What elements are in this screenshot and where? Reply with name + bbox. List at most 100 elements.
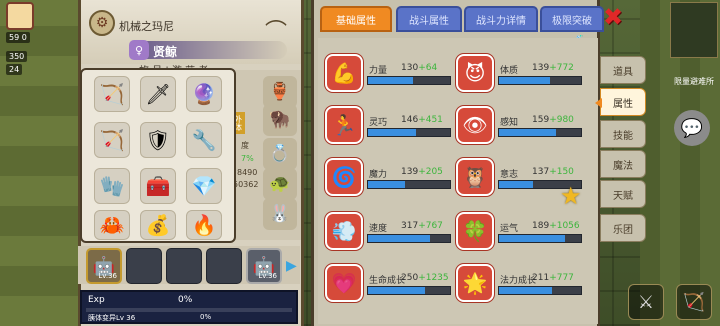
- stat-value: 130+64: [401, 63, 437, 73]
- stat-name: 意志: [500, 170, 519, 180]
- stat-progress-bar: [367, 128, 451, 137]
- player-avatar[interactable]: [6, 2, 34, 30]
- menu-item-attributes[interactable]: 属性: [595, 88, 646, 116]
- equipment-slot-glove[interactable]: 🧤: [94, 168, 130, 204]
- stat-progress-bar: [367, 286, 451, 295]
- stat-progress-bar: [498, 128, 582, 137]
- stat-progress-fill: [499, 235, 565, 242]
- stat-base-value: 139: [532, 63, 550, 73]
- minimap-label: 限量避难所: [674, 77, 714, 86]
- stat-bonus-value: +64: [418, 63, 438, 73]
- stat-value: 211+777: [532, 273, 574, 283]
- stat-strength[interactable]: 💪 力量 130+64: [325, 52, 453, 100]
- skill-bar: 🤖 Lv.36 🤖 Lv.36 ▶: [78, 246, 300, 284]
- skill-slot-1[interactable]: 🤖 Lv.36: [86, 248, 122, 284]
- stat-perception[interactable]: 👁 感知 159+980: [456, 104, 584, 152]
- stat-progress-bar: [367, 76, 451, 85]
- stat-bonus-value: +205: [418, 167, 443, 177]
- crossbow-icon[interactable]: 🏹: [676, 284, 712, 320]
- equipment-slot-gold[interactable]: 💰: [140, 210, 176, 240]
- star-icon[interactable]: ★: [560, 182, 582, 210]
- stat-hp-growth[interactable]: 💗 生命成长 250+1235: [325, 262, 453, 310]
- skill-next-arrow-icon[interactable]: ▶: [286, 258, 297, 274]
- skill-slot-4[interactable]: [206, 248, 242, 284]
- tab-combat-attributes[interactable]: 战斗属性: [396, 6, 462, 32]
- stat-progress-fill: [368, 181, 405, 188]
- skill-1-level: Lv.36: [98, 272, 117, 280]
- stat-value: 137+150: [532, 167, 574, 177]
- stat-name: 力量: [369, 66, 388, 76]
- bunny-slot-icon[interactable]: 🐰: [263, 198, 297, 230]
- sword-icon[interactable]: ⚔: [628, 284, 664, 320]
- equipment-slot-bow[interactable]: 🏹: [94, 122, 130, 158]
- menu-item-band[interactable]: 乐团: [600, 214, 646, 242]
- stat-progress-fill: [499, 129, 557, 136]
- hud-top-number: 59 0: [6, 32, 30, 43]
- stat-bonus-value: +1235: [418, 273, 449, 283]
- equipment-slot-shield[interactable]: 🛡: [140, 122, 176, 158]
- equipment-slot-wrench[interactable]: 🔧: [186, 122, 222, 158]
- menu-item-magic[interactable]: 魔法: [600, 150, 646, 178]
- tab-power-details[interactable]: 战斗力详情: [464, 6, 538, 32]
- stat-bonus-value: +150: [549, 167, 574, 177]
- stat-progress-fill: [499, 77, 550, 84]
- magic-icon: 🌀: [325, 158, 363, 196]
- stat-progress-bar: [498, 234, 582, 243]
- stat-name: 速度: [369, 224, 388, 234]
- skill-slot-5[interactable]: 🤖 Lv.36: [246, 248, 282, 284]
- equipment-slot-spear[interactable]: 🗡: [140, 76, 176, 112]
- stat-value: 139+772: [532, 63, 574, 73]
- minimap[interactable]: [670, 2, 718, 58]
- stat-progress-fill: [368, 77, 414, 84]
- equipment-slot-bracer[interactable]: 💎: [186, 168, 222, 204]
- stat-bonus-value: +777: [549, 273, 574, 283]
- exp-sub-percent: 0%: [200, 313, 212, 321]
- luck-icon: 🍀: [456, 212, 494, 250]
- perception-icon: 👁: [456, 106, 494, 144]
- side-text-3: 8490: [237, 168, 258, 177]
- tab-limit-break[interactable]: 极限突破: [540, 6, 604, 32]
- stat-magic[interactable]: 🌀 魔力 139+205: [325, 156, 453, 204]
- mount-slot-icon[interactable]: 🐢: [263, 168, 297, 200]
- equipment-popup: 🏹 🗡 🔮 🏹 🛡 🔧 🧤 🧰 💎 🦀 💰 🔥: [80, 68, 236, 243]
- menu-item-skills[interactable]: 技能: [600, 120, 646, 148]
- menu-item-attributes-label: 属性: [613, 98, 633, 110]
- stat-speed[interactable]: 💨 速度 317+767: [325, 210, 453, 258]
- stat-name: 法力成长: [500, 276, 537, 286]
- hud-coins: 350: [6, 51, 28, 62]
- exp-percent: 0%: [178, 295, 193, 305]
- constitution-icon: 😈: [456, 54, 494, 92]
- equipment-slot-crossbow[interactable]: 🏹: [94, 76, 130, 112]
- stat-name: 灵巧: [369, 118, 388, 128]
- equipment-slot-staff[interactable]: 🔮: [186, 76, 222, 112]
- equipment-slot-armor[interactable]: 🧰: [140, 168, 176, 204]
- pet-slot-icon[interactable]: 🦬: [263, 104, 297, 136]
- equipment-slot-crab[interactable]: 🦀: [94, 210, 130, 240]
- ring-slot-icon[interactable]: 💍: [263, 138, 297, 170]
- stat-progress-fill: [368, 235, 430, 242]
- stat-agility[interactable]: 🏃 灵巧 146+451: [325, 104, 453, 152]
- chat-icon[interactable]: 💬: [674, 110, 710, 146]
- character-name: 机械之玛尼: [119, 20, 174, 33]
- stat-mp-growth[interactable]: 🌟 法力成长 211+777: [456, 262, 584, 310]
- stat-progress-bar: [498, 76, 582, 85]
- menu-item-talent[interactable]: 天赋: [600, 180, 646, 208]
- stat-luck[interactable]: 🍀 运气 189+1056: [456, 210, 584, 258]
- equipment-slot-rune[interactable]: 🔥: [186, 210, 222, 240]
- exp-label: Exp: [88, 295, 105, 305]
- close-icon[interactable]: ✖: [600, 3, 626, 31]
- tab-basic-attributes[interactable]: 基础属性: [320, 6, 392, 32]
- skill-slot-3[interactable]: [166, 248, 202, 284]
- agility-icon: 🏃: [325, 106, 363, 144]
- stat-base-value: 211: [532, 273, 550, 283]
- stat-progress-fill: [368, 129, 416, 136]
- menu-item-items[interactable]: 道具: [600, 56, 646, 84]
- class-name: 贤鲸: [153, 45, 178, 59]
- stat-constitution[interactable]: 😈 体质 139+772: [456, 52, 584, 100]
- skill-slot-2[interactable]: [126, 248, 162, 284]
- exp-panel: Exp 0% 胰体变异Lv 36 0%: [80, 290, 298, 324]
- exp-progress-bar: [86, 308, 292, 312]
- stat-base-value: 146: [401, 115, 419, 125]
- guild-emblem-icon[interactable]: ⚙: [89, 10, 115, 36]
- stat-value: 159+980: [532, 115, 574, 125]
